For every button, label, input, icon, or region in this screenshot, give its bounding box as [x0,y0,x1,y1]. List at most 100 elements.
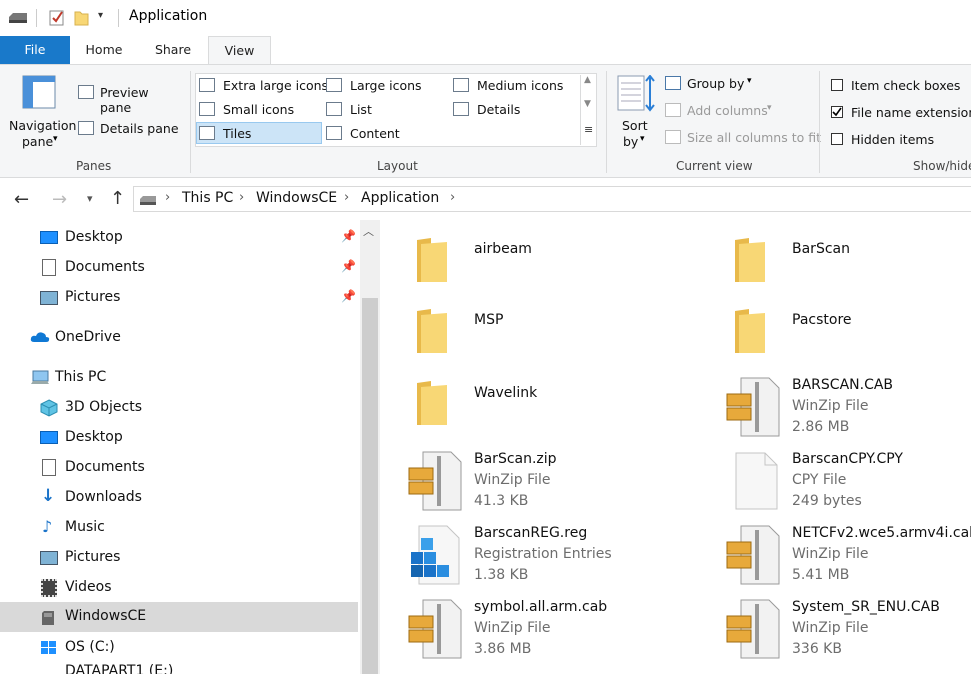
back-arrow-icon[interactable]: ← [14,189,29,210]
scroll-up-icon[interactable]: ▲ [584,75,591,85]
sort-icon [617,75,655,112]
sidebar-item-windowsce[interactable]: WindowsCE [0,602,358,632]
scroll-up-icon[interactable]: ︿ [363,223,374,239]
list-item[interactable]: BarscanCPY.CPY CPY File 249 bytes [725,450,961,514]
navigation-pane-button[interactable]: Navigation pane ▾ [6,71,76,149]
details-pane-icon [78,121,94,135]
tiles-icon [199,126,215,140]
medium-icons-icon [453,78,469,92]
dropdown-arrow-icon: ▾ [767,103,772,113]
checkmark-icon [832,107,842,117]
customize-toolbar-icon[interactable]: ▾ [98,10,103,21]
drive-icon [9,13,27,23]
item-check-boxes-checkbox[interactable] [831,79,843,91]
sidebar-scroll-thumb[interactable] [362,298,378,674]
file-name-extensions-checkbox[interactable] [831,106,843,118]
list-item[interactable]: System_SR_ENU.CAB WinZip File 336 KB [725,598,961,662]
chevron-right-icon[interactable]: › [344,190,349,205]
window-title: Application [129,8,208,24]
list-item[interactable]: symbol.all.arm.cab WinZip File 3.86 MB [407,598,703,662]
sidebar-item-music[interactable]: ♪ Music [0,513,358,543]
sidebar-item-desktop[interactable]: Desktop [0,423,358,453]
drive-icon [140,196,156,205]
sidebar-item-this-pc[interactable]: This PC [0,363,358,393]
layout-scroll[interactable]: ▲ ▼ ≡ [580,75,595,145]
ribbon-tabs: File Home Share View [0,36,971,65]
sidebar-item-videos[interactable]: Videos [0,573,358,603]
breadcrumb-application[interactable]: Application [361,190,439,206]
tab-share[interactable]: Share [140,36,206,64]
winzip-icon [408,599,462,659]
group-label-panes: Panes [76,159,112,173]
breadcrumb-windowsce[interactable]: WindowsCE [256,190,337,206]
3d-objects-icon [40,399,58,417]
chevron-right-icon[interactable]: › [450,190,455,205]
expand-gallery-icon[interactable]: ≡ [584,123,593,136]
properties-icon[interactable] [48,8,66,26]
tab-view[interactable]: View [208,36,271,65]
dropdown-arrow-icon: ▾ [640,134,645,144]
folder-icon [417,381,447,425]
navigation-pane-icon [22,75,56,109]
registry-icon [411,525,460,585]
chevron-right-icon[interactable]: › [165,190,170,205]
hidden-items-checkbox[interactable] [831,133,843,145]
folder-icon [735,238,765,282]
list-item[interactable]: BarScan [731,236,961,296]
new-folder-icon[interactable] [74,8,90,26]
extra-large-icons-icon [199,78,215,92]
sidebar-item-documents[interactable]: Documents [0,453,358,483]
sidebar-item-documents-quick[interactable]: Documents 📌 [0,253,358,283]
list-item[interactable]: airbeam [413,236,703,296]
sort-by-button[interactable]: Sort by ▾ [613,73,659,153]
group-label-current-view: Current view [676,159,753,173]
sidebar-item-datapart1[interactable]: DATAPART1 (E:) [0,663,358,674]
pin-icon[interactable]: 📌 [341,259,356,273]
sidebar-item-os-c[interactable]: OS (C:) [0,633,358,663]
pictures-icon [40,551,58,565]
tab-home[interactable]: Home [74,36,134,64]
list-item[interactable]: BARSCAN.CAB WinZip File 2.86 MB [725,376,961,440]
pin-icon[interactable]: 📌 [341,289,356,303]
os-drive-icon [41,641,56,654]
pictures-icon [40,291,58,305]
sidebar-item-onedrive[interactable]: OneDrive [0,323,358,353]
folder-icon [417,238,447,282]
list-item[interactable]: BarScan.zip WinZip File 41.3 KB [407,450,703,514]
list-item[interactable]: Wavelink [413,379,703,439]
breadcrumb-this-pc[interactable]: This PC [182,190,233,206]
up-arrow-icon[interactable]: ↑ [110,188,125,209]
details-pane-button[interactable]: Details pane [78,118,182,138]
music-icon: ♪ [42,517,53,536]
list-item[interactable]: MSP [413,307,703,367]
list-item[interactable]: BarscanREG.reg Registration Entries 1.38… [407,524,703,588]
folder-icon [735,309,765,353]
onedrive-icon [30,332,50,342]
small-icons-icon [199,102,215,116]
forward-arrow-icon[interactable]: → [52,189,67,210]
sidebar-item-desktop-quick[interactable]: Desktop 📌 [0,223,358,253]
computer-icon [31,370,49,384]
videos-icon [41,579,57,597]
recent-locations-icon[interactable]: ▾ [87,192,93,205]
scroll-down-icon[interactable]: ▼ [584,99,591,109]
blank-file-icon [735,452,778,510]
sidebar-item-pictures-quick[interactable]: Pictures 📌 [0,283,358,313]
group-label-show-hide: Show/hide [913,159,971,173]
add-columns-icon [665,103,681,117]
sidebar-item-pictures[interactable]: Pictures [0,543,358,573]
list-item[interactable]: NETCFv2.wce5.armv4i.cab WinZip File 5.41… [725,524,971,588]
large-icons-icon [326,78,342,92]
dropdown-arrow-icon: ▾ [53,134,58,144]
tab-file[interactable]: File [0,36,70,64]
desktop-icon [40,431,58,444]
dropdown-arrow-icon: ▾ [747,76,752,86]
sidebar-item-downloads[interactable]: ↓ Downloads [0,483,358,513]
sidebar-item-3d-objects[interactable]: 3D Objects [0,393,358,423]
pin-icon[interactable]: 📌 [341,229,356,243]
preview-pane-button[interactable]: Preview pane [78,82,182,115]
chevron-right-icon[interactable]: › [239,190,244,205]
list-item[interactable]: Pacstore [731,307,961,367]
list-icon [326,102,342,116]
winzip-icon [726,599,780,659]
